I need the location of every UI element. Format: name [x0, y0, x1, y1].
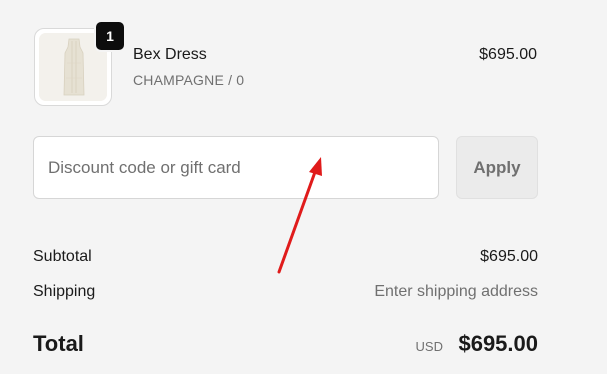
discount-code-input[interactable]	[33, 136, 439, 199]
total-value: $695.00	[458, 331, 538, 356]
total-label: Total	[33, 331, 84, 356]
shipping-value: Enter shipping address	[374, 283, 538, 300]
product-price: $695.00	[479, 46, 537, 63]
quantity-badge: 1	[94, 20, 126, 52]
subtotal-label: Subtotal	[33, 248, 92, 265]
shipping-label: Shipping	[33, 283, 96, 300]
product-variant: CHAMPAGNE / 0	[133, 72, 245, 88]
product-name: Bex Dress	[133, 46, 207, 63]
total-currency: USD	[415, 339, 443, 354]
subtotal-value: $695.00	[480, 248, 538, 265]
apply-discount-button[interactable]: Apply	[456, 136, 538, 199]
